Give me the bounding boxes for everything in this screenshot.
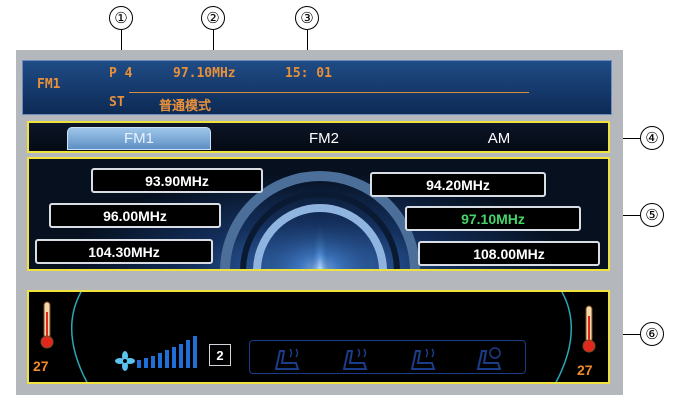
preset-button[interactable]: 104.30MHz <box>35 239 213 264</box>
radio-status-bar: FM1 P 4 97.10MHz 15: 01 ST 普通模式 <box>22 60 612 115</box>
tab-am[interactable]: AM <box>449 127 549 150</box>
thermometer-icon <box>40 301 54 349</box>
tab-fm2[interactable]: FM2 <box>274 127 374 150</box>
tab-fm1[interactable]: FM1 <box>67 127 211 150</box>
preset-button[interactable]: 108.00MHz <box>418 241 600 266</box>
callout-2: ② <box>201 6 225 30</box>
band-tab-bar: FM1 FM2 AM <box>27 121 610 153</box>
preset-panel: 93.90MHz 96.00MHz 104.30MHz 94.20MHz 97.… <box>27 157 610 271</box>
preset-button[interactable]: 93.90MHz <box>91 168 263 193</box>
climate-panel: 27 2 27 <box>27 290 610 384</box>
seat-heat-icon[interactable] <box>266 343 306 373</box>
callout-6: ⑥ <box>640 322 664 346</box>
callout-4: ④ <box>640 126 664 150</box>
band-label: FM1 <box>37 77 61 92</box>
right-temperature: 27 <box>577 362 593 378</box>
callout-5: ⑤ <box>640 203 664 227</box>
status-divider <box>129 92 529 93</box>
callout-3: ③ <box>295 6 319 30</box>
preset-button-selected[interactable]: 97.10MHz <box>405 206 581 231</box>
stereo-indicator: ST <box>109 95 125 110</box>
seat-heat-icon[interactable] <box>334 343 374 373</box>
thermometer-icon <box>582 305 596 353</box>
fan-speed-bars[interactable] <box>137 336 205 370</box>
seat-control-group <box>249 340 526 374</box>
preset-button[interactable]: 94.20MHz <box>370 172 546 197</box>
preset-button[interactable]: 96.00MHz <box>49 203 221 228</box>
fan-icon[interactable] <box>115 351 135 371</box>
left-temperature: 27 <box>33 358 49 374</box>
callout-1: ① <box>109 6 133 30</box>
seat-vent-icon[interactable] <box>468 343 508 373</box>
sound-mode: 普通模式 <box>159 99 212 114</box>
clock-time: 15: 01 <box>285 66 332 81</box>
fan-level-readout: 2 <box>209 344 231 366</box>
current-frequency: 97.10MHz <box>173 66 236 81</box>
seat-heat-icon[interactable] <box>402 343 442 373</box>
preset-number: P 4 <box>109 66 133 81</box>
